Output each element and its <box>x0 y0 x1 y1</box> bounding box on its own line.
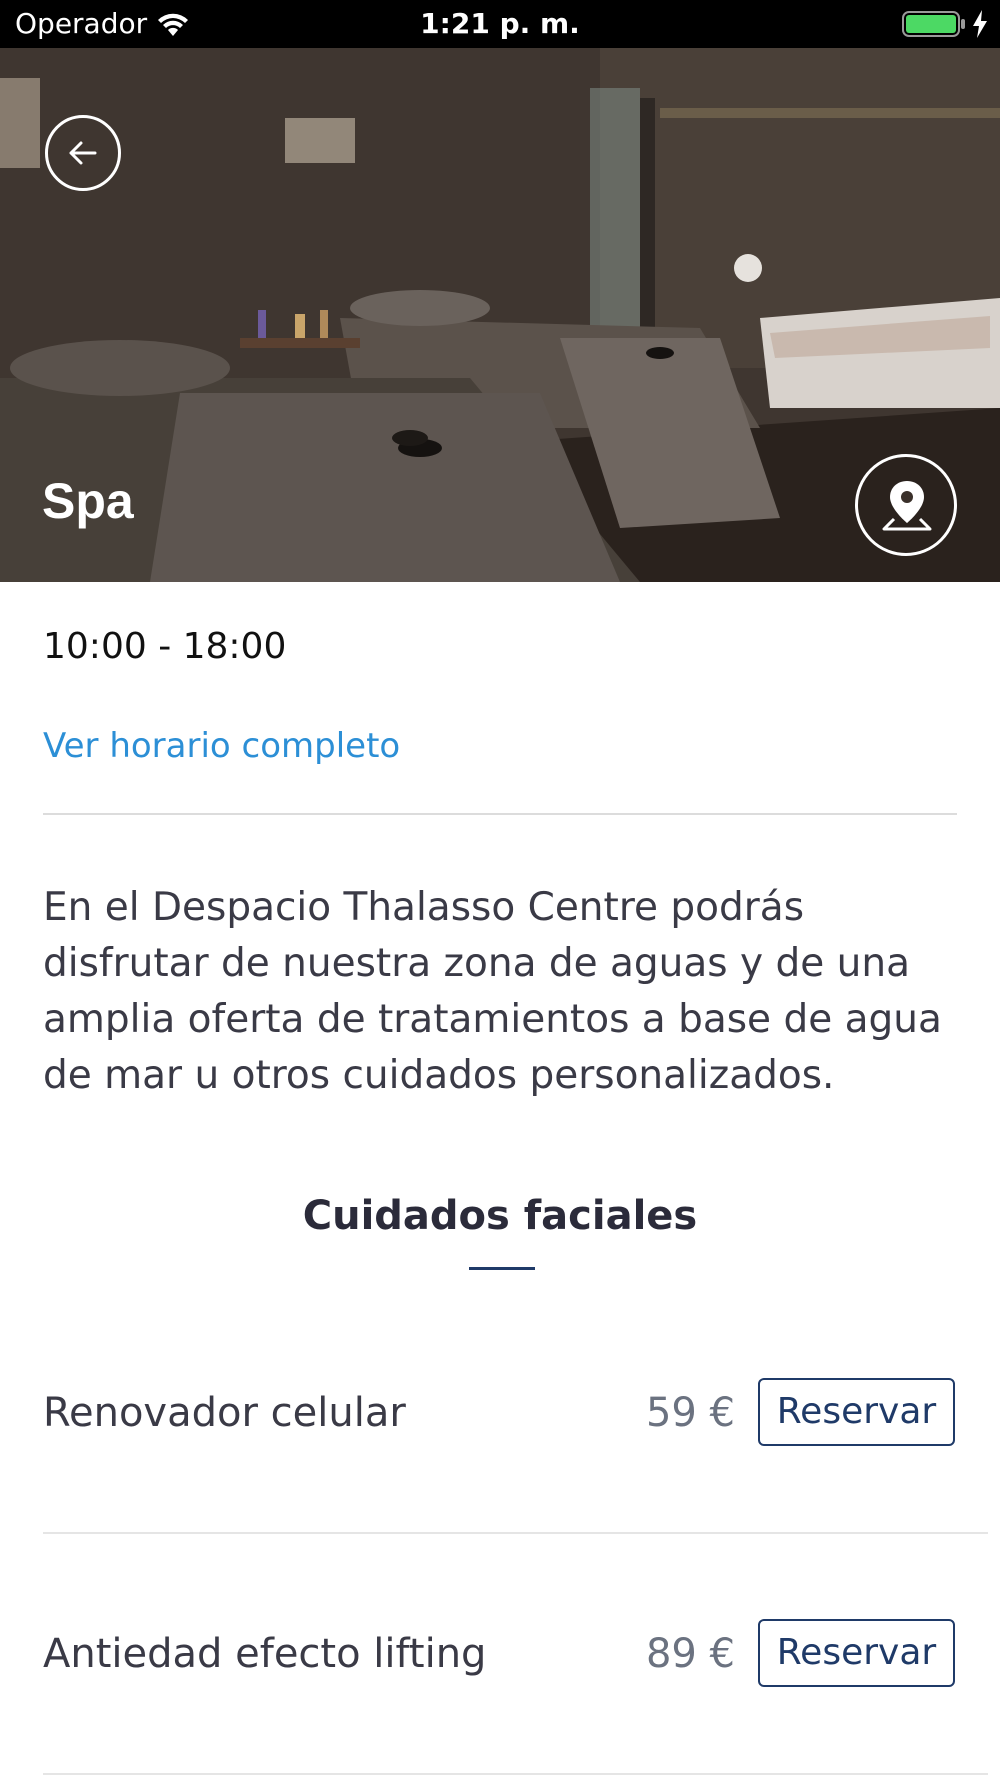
spa-room-photo <box>0 48 1000 582</box>
back-button[interactable] <box>45 115 121 191</box>
section-title: Cuidados faciales <box>302 1193 698 1239</box>
map-location-button[interactable] <box>855 454 957 556</box>
page-title: Spa <box>42 473 134 529</box>
service-name: Antiedad efecto lifting <box>43 1631 487 1677</box>
map-pin-icon <box>882 481 932 531</box>
reserve-button[interactable]: Reservar <box>758 1378 955 1446</box>
service-price: 59 € <box>645 1390 735 1436</box>
row-divider <box>43 1773 988 1775</box>
charging-bolt-icon <box>973 10 987 38</box>
description-text: En el Despacio Thalasso Centre podrás di… <box>43 885 942 1098</box>
hero-image: Spa <box>0 48 1000 582</box>
service-row: Renovador celular 59 € Reservar <box>0 1372 1000 1452</box>
status-bar: Operador 1:21 p. m. <box>0 0 1000 48</box>
opening-hours: 10:00 - 18:00 <box>43 626 287 667</box>
battery-icon <box>902 11 965 37</box>
status-time: 1:21 p. m. <box>420 7 580 40</box>
service-price: 89 € <box>645 1631 735 1677</box>
arrow-left-icon <box>69 141 97 165</box>
service-name: Renovador celular <box>43 1390 406 1436</box>
row-divider <box>43 1532 988 1534</box>
service-row: Antiedad efecto lifting 89 € Reservar <box>0 1613 1000 1693</box>
divider <box>43 813 957 815</box>
reserve-button[interactable]: Reservar <box>758 1619 955 1687</box>
section-underline <box>469 1267 535 1270</box>
spa-detail-screen: Operador 1:21 p. m. Spa 10:00 - 18:00 Ve… <box>0 0 1000 1778</box>
full-schedule-link[interactable]: Ver horario completo <box>43 726 400 766</box>
